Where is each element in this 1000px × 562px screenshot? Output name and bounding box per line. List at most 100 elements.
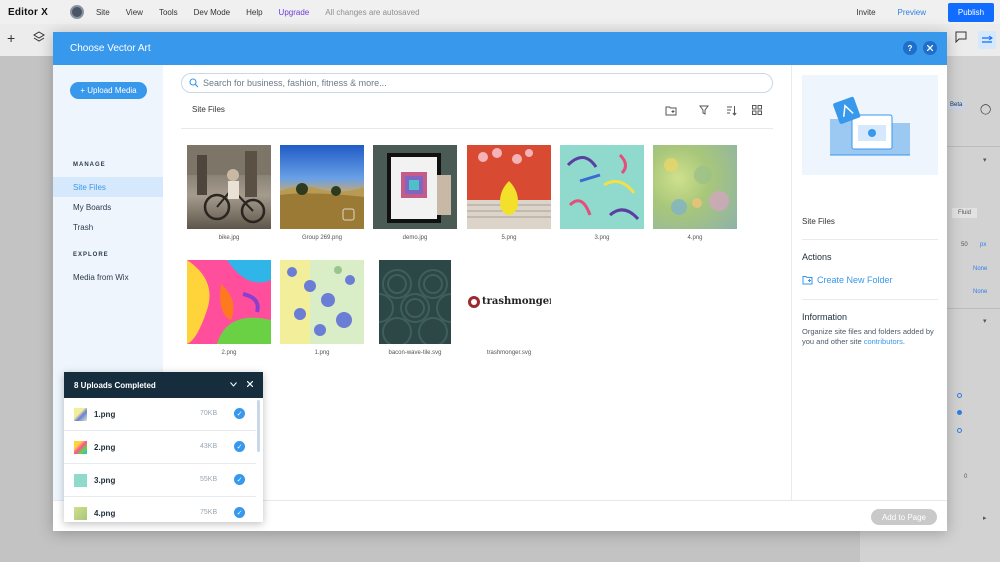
details-divider <box>802 299 938 300</box>
size-value[interactable]: 50 <box>961 242 968 248</box>
manage-section-title: MANAGE <box>73 162 106 168</box>
file-name: 4.png <box>687 235 703 241</box>
user-avatar[interactable] <box>69 5 84 19</box>
file-name: 3.png <box>594 235 610 241</box>
close-icon[interactable] <box>244 378 256 390</box>
upload-name: 2.png <box>94 443 116 452</box>
upload-size: 55KB <box>200 476 218 483</box>
file-tile[interactable]: bacon-wave-tile.svg <box>379 260 463 356</box>
information-end: . <box>902 337 905 346</box>
file-tile[interactable]: 5.png <box>467 145 551 241</box>
upload-media-button[interactable]: + Upload Media <box>70 82 147 99</box>
file-thumbnail <box>373 145 457 229</box>
grid-view-icon[interactable] <box>750 103 764 117</box>
menu-dev-mode[interactable]: Dev Mode <box>194 8 230 17</box>
file-thumbnail <box>379 260 451 344</box>
toolbar-divider <box>181 128 773 129</box>
align-dot-active[interactable] <box>957 410 962 415</box>
details-panel: Site Files Actions Create New Folder Inf… <box>791 65 947 500</box>
uploads-scrollbar[interactable] <box>257 400 260 452</box>
sort-icon[interactable] <box>724 103 738 117</box>
upload-thumbnail <box>74 441 87 454</box>
add-icon[interactable]: + <box>7 30 15 46</box>
upload-thumbnail <box>74 507 87 520</box>
layers-icon[interactable] <box>33 30 45 46</box>
align-dot[interactable] <box>957 428 962 433</box>
contributors-link[interactable]: contributors <box>864 337 903 346</box>
file-tile[interactable]: trashmonger trashmonger.svg <box>467 260 551 356</box>
upload-name: 3.png <box>94 476 116 485</box>
add-to-page-button[interactable]: Add to Page <box>871 509 937 525</box>
file-name: 2.png <box>221 350 237 356</box>
file-name: 1.png <box>314 350 330 356</box>
details-divider <box>802 239 938 240</box>
folder-illustration-icon <box>830 96 910 156</box>
editor-top-bar: Editor X Site View Tools Dev Mode Help U… <box>0 0 1000 24</box>
upload-row: 1.png 70KB ✓ <box>64 398 256 431</box>
spacing-value[interactable]: 0 <box>964 474 967 480</box>
check-icon: ✓ <box>234 441 245 452</box>
actions-title: Actions <box>802 252 832 262</box>
sidebar-item-trash[interactable]: Trash <box>53 217 163 237</box>
file-tile[interactable]: demo.jpg <box>373 145 457 241</box>
file-name: bike.jpg <box>218 235 240 241</box>
preview-link[interactable]: Preview <box>898 8 926 17</box>
help-button[interactable]: ? <box>903 41 917 55</box>
file-thumbnail <box>560 145 644 229</box>
file-thumbnail <box>653 145 737 229</box>
uploads-panel: 8 Uploads Completed 1.png 70KB ✓ 2.png 4… <box>64 372 263 522</box>
file-name: trashmonger.svg <box>486 350 532 356</box>
folder-preview <box>802 75 938 175</box>
upload-name: 4.png <box>94 509 116 518</box>
information-title: Information <box>802 312 848 322</box>
file-tile[interactable]: Group 269.png <box>280 145 364 241</box>
close-button[interactable] <box>923 41 937 55</box>
menu-help[interactable]: Help <box>246 8 262 17</box>
lightbulb-icon[interactable]: ◯ <box>980 104 991 115</box>
inspector-toggle-icon[interactable] <box>978 31 996 49</box>
sidebar-item-media-from-wix[interactable]: Media from Wix <box>53 267 163 287</box>
file-tile[interactable]: 3.png <box>560 145 644 241</box>
file-tile[interactable]: 2.png <box>187 260 271 356</box>
none-option-2[interactable]: None <box>973 289 987 295</box>
chevron-right-icon[interactable]: ▸ <box>983 514 987 522</box>
file-thumbnail: trashmonger <box>467 260 551 344</box>
menu-upgrade[interactable]: Upgrade <box>279 8 310 17</box>
breadcrumb: Site Files <box>192 105 225 114</box>
menu-tools[interactable]: Tools <box>159 8 178 17</box>
unit-label: px <box>980 242 987 248</box>
upload-thumbnail <box>74 408 87 421</box>
chevron-down-icon[interactable] <box>227 378 239 390</box>
menu-site[interactable]: Site <box>96 8 110 17</box>
fluid-option[interactable]: Fluid <box>952 208 978 218</box>
upload-thumbnail <box>74 474 87 487</box>
comments-icon[interactable] <box>955 30 967 46</box>
upload-row: 4.png 75KB ✓ <box>64 497 256 522</box>
align-dot[interactable] <box>957 393 962 398</box>
create-new-folder-link[interactable]: Create New Folder <box>802 275 893 285</box>
menu-view[interactable]: View <box>126 8 143 17</box>
sidebar-item-my-boards[interactable]: My Boards <box>53 197 163 217</box>
filter-icon[interactable] <box>697 103 711 117</box>
publish-button[interactable]: Publish <box>948 3 994 22</box>
file-thumbnail <box>187 145 271 229</box>
file-name: bacon-wave-tile.svg <box>388 350 442 356</box>
chevron-down-icon[interactable]: ▾ <box>983 317 987 325</box>
autosave-status: All changes are autosaved <box>325 7 420 17</box>
none-option-1[interactable]: None <box>973 266 987 272</box>
top-right-actions: Invite Preview Publish <box>856 3 994 22</box>
check-icon: ✓ <box>234 474 245 485</box>
invite-link[interactable]: Invite <box>856 8 875 17</box>
explore-section-title: EXPLORE <box>73 252 109 258</box>
file-tile[interactable]: 1.png <box>280 260 364 356</box>
editor-menu: Site View Tools Dev Mode Help Upgrade Al… <box>96 8 436 17</box>
modal-title: Choose Vector Art <box>70 43 151 54</box>
new-folder-icon[interactable] <box>664 103 678 117</box>
upload-size: 75KB <box>200 509 218 516</box>
file-tile[interactable]: bike.jpg <box>187 145 271 241</box>
file-tile[interactable]: 4.png <box>653 145 737 241</box>
chevron-down-icon[interactable]: ▾ <box>983 156 987 164</box>
sidebar-item-site-files[interactable]: Site Files <box>53 177 163 197</box>
trashmonger-logo-text: trashmonger <box>482 296 551 307</box>
search-input[interactable] <box>203 77 763 89</box>
